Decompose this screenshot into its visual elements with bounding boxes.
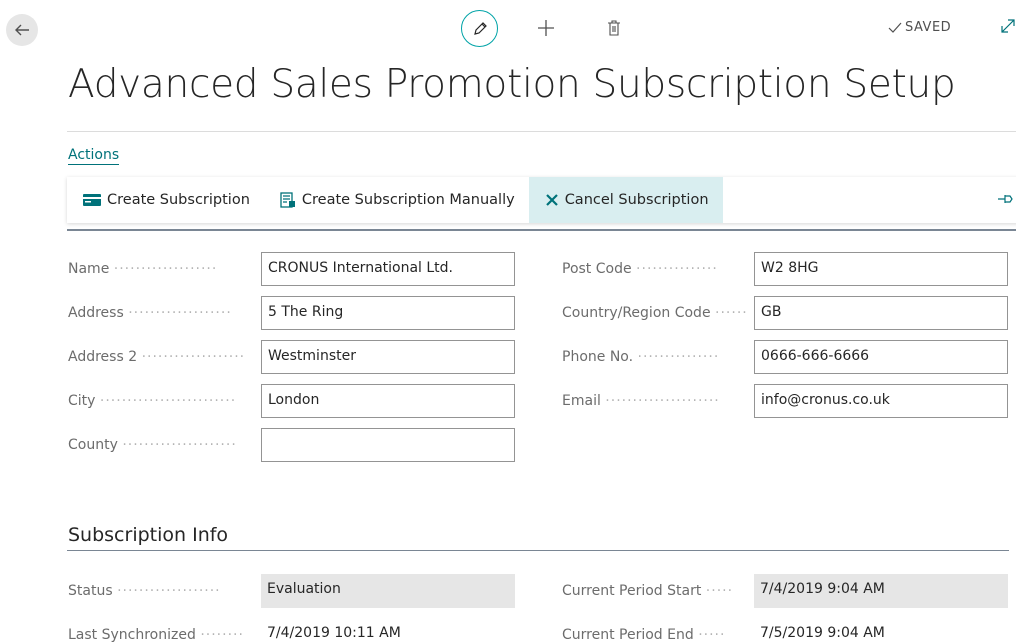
county-field-label: County ····················· bbox=[68, 428, 258, 462]
top-toolbar: SAVED bbox=[0, 0, 1016, 60]
address2-label: Address 2 bbox=[68, 349, 138, 365]
label-dots: ··················· bbox=[117, 583, 221, 599]
subscription-info-heading[interactable]: Subscription Info bbox=[68, 524, 228, 546]
create-subscription-manually-button[interactable]: Create Subscription Manually bbox=[264, 177, 529, 223]
cancel-subscription-label: Cancel Subscription bbox=[564, 192, 709, 208]
label-dots: ····· bbox=[705, 583, 734, 599]
create-subscription-manually-label: Create Subscription Manually bbox=[301, 192, 515, 208]
status-value: Evaluation bbox=[261, 574, 515, 608]
country-field-label: Country/Region Code ······ bbox=[562, 296, 750, 330]
phone-input[interactable]: 0666-666-6666 bbox=[754, 340, 1008, 374]
plus-icon bbox=[538, 20, 554, 36]
pencil-icon bbox=[473, 21, 487, 35]
create-subscription-label: Create Subscription bbox=[107, 192, 250, 208]
name-label: Name bbox=[68, 261, 110, 277]
post-code-field-label: Post Code ··············· bbox=[562, 252, 750, 286]
card-icon bbox=[83, 194, 101, 206]
country-label: Country/Region Code bbox=[562, 305, 711, 321]
status-field-label: Status ··················· bbox=[68, 574, 258, 608]
email-input[interactable]: info@cronus.co.uk bbox=[754, 384, 1008, 418]
address2-field-label: Address 2 ··················· bbox=[68, 340, 258, 374]
actions-menu-label: Actions bbox=[68, 147, 120, 165]
email-field-label: Email ····················· bbox=[562, 384, 750, 418]
cancel-subscription-button[interactable]: Cancel Subscription bbox=[528, 177, 723, 223]
expand-icon bbox=[1001, 19, 1015, 33]
back-button[interactable] bbox=[6, 14, 38, 46]
check-icon bbox=[888, 22, 902, 33]
name-field-label: Name ··················· bbox=[68, 252, 258, 286]
edit-button[interactable] bbox=[461, 10, 498, 47]
pin-icon bbox=[998, 195, 1013, 203]
last-sync-field-label: Last Synchronized ········ bbox=[68, 618, 258, 644]
name-input[interactable]: CRONUS International Ltd. bbox=[261, 252, 515, 286]
label-dots: ········ bbox=[200, 627, 244, 643]
delete-button[interactable] bbox=[600, 14, 628, 42]
title-divider bbox=[67, 131, 1016, 132]
address-field-label: Address ··················· bbox=[68, 296, 258, 330]
page-title: Advanced Sales Promotion Subscription Se… bbox=[68, 62, 956, 107]
last-sync-label: Last Synchronized bbox=[68, 627, 196, 643]
subscription-info-divider bbox=[67, 550, 1009, 551]
address2-input[interactable]: Westminster bbox=[261, 340, 515, 374]
label-dots: ····· bbox=[698, 627, 726, 643]
label-dots: ························· bbox=[99, 393, 237, 409]
last-sync-value: 7/4/2019 10:11 AM bbox=[267, 625, 401, 641]
label-dots: ······ bbox=[715, 305, 748, 321]
label-dots: ··················· bbox=[113, 261, 218, 277]
trash-icon bbox=[608, 20, 620, 36]
x-icon bbox=[545, 193, 559, 207]
address-input[interactable]: 5 The Ring bbox=[261, 296, 515, 330]
new-button[interactable] bbox=[532, 14, 560, 42]
period-start-label: Current Period Start bbox=[562, 583, 702, 599]
label-dots: ··················· bbox=[128, 305, 232, 321]
period-start-value: 7/4/2019 9:04 AM bbox=[754, 574, 1008, 608]
post-code-input[interactable]: W2 8HG bbox=[754, 252, 1008, 286]
saved-status: SAVED bbox=[887, 20, 951, 35]
action-bar-divider bbox=[67, 229, 1016, 231]
expand-button[interactable] bbox=[998, 16, 1016, 40]
label-dots: ··············· bbox=[637, 349, 720, 365]
status-label: Status bbox=[68, 583, 113, 599]
email-label: Email bbox=[562, 393, 601, 409]
city-label: City bbox=[68, 393, 96, 409]
city-input[interactable]: London bbox=[261, 384, 515, 418]
pin-button[interactable] bbox=[997, 191, 1015, 210]
phone-label: Phone No. bbox=[562, 349, 634, 365]
label-dots: ····················· bbox=[605, 393, 720, 409]
create-subscription-button[interactable]: Create Subscription bbox=[67, 177, 264, 223]
phone-field-label: Phone No. ··············· bbox=[562, 340, 750, 374]
country-input[interactable]: GB bbox=[754, 296, 1008, 330]
post-code-label: Post Code bbox=[562, 261, 632, 277]
address-label: Address bbox=[68, 305, 124, 321]
period-end-label: Current Period End bbox=[562, 627, 694, 643]
period-end-field-label: Current Period End ····· bbox=[562, 618, 750, 644]
period-start-field-label: Current Period Start ····· bbox=[562, 574, 750, 608]
form-icon bbox=[280, 192, 296, 208]
county-input[interactable] bbox=[261, 428, 515, 462]
period-end-value: 7/5/2019 9:04 AM bbox=[760, 625, 885, 641]
label-dots: ··················· bbox=[141, 349, 246, 365]
label-dots: ··············· bbox=[636, 261, 718, 277]
city-field-label: City ························· bbox=[68, 384, 258, 418]
saved-label: SAVED bbox=[905, 20, 952, 35]
action-bar: Create Subscription Create Subscription … bbox=[67, 177, 1016, 223]
county-label: County bbox=[68, 437, 118, 453]
arrow-left-icon bbox=[15, 24, 29, 36]
actions-menu-link[interactable]: Actions bbox=[68, 147, 120, 165]
label-dots: ····················· bbox=[122, 437, 237, 453]
